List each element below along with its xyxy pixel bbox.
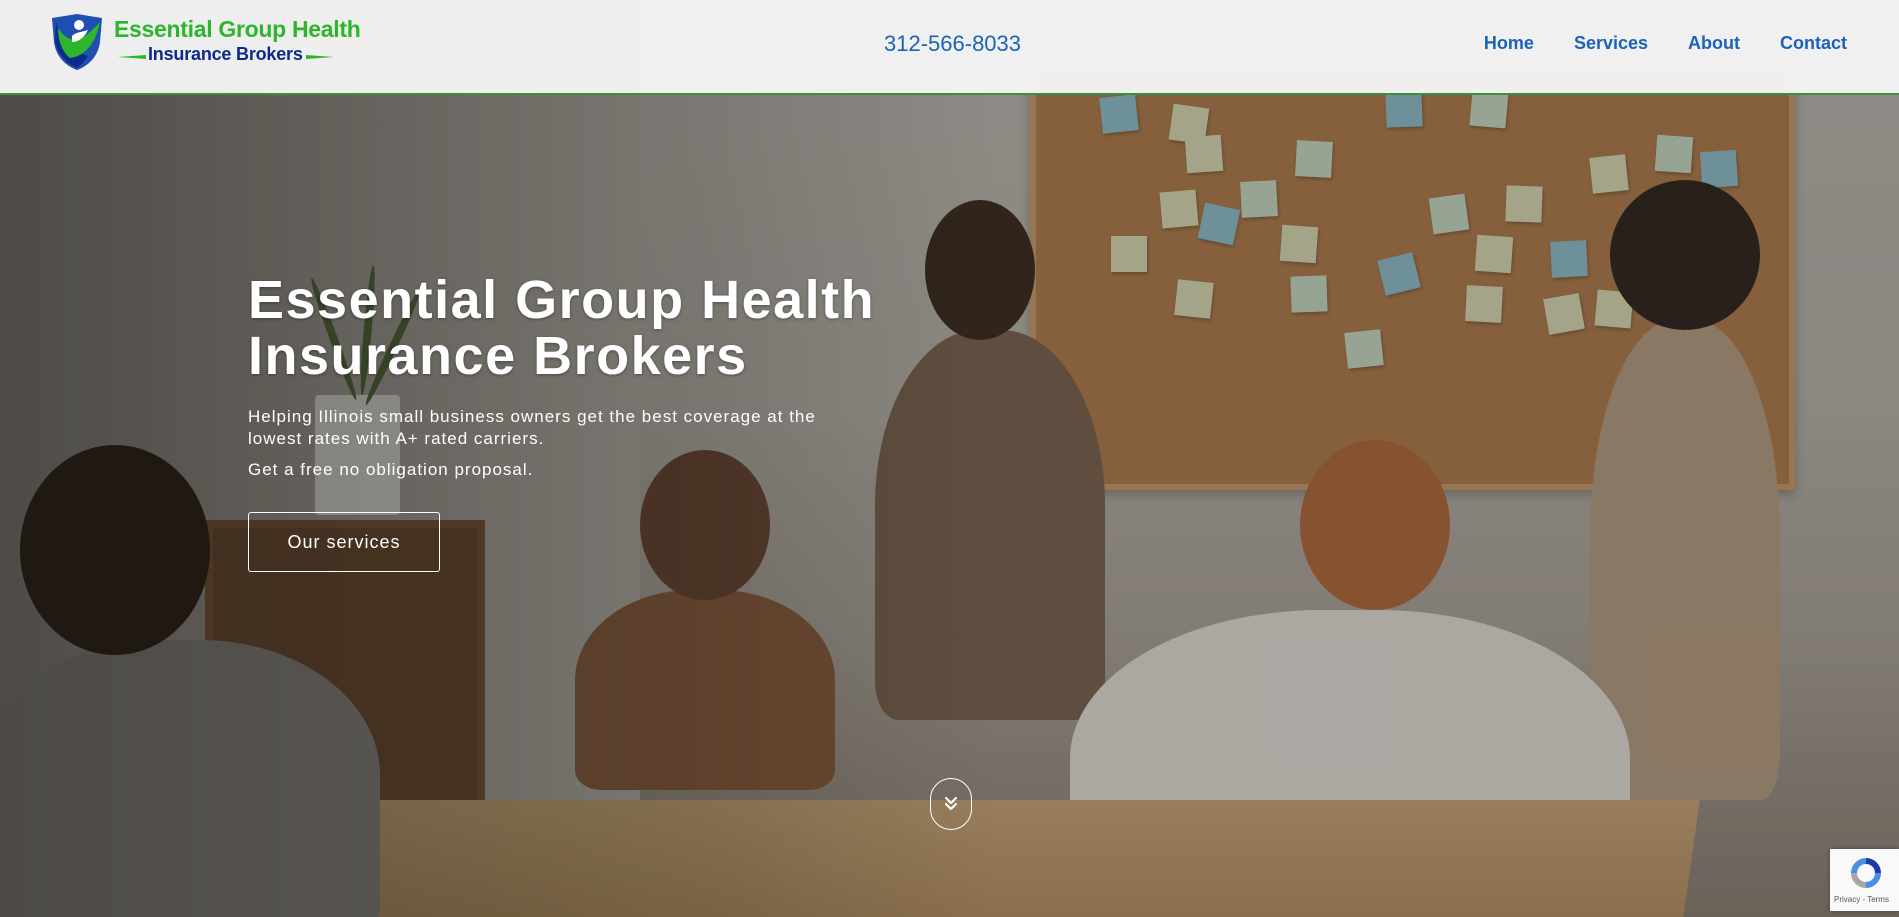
nav-contact[interactable]: Contact [1780,33,1847,54]
hero-title-line1: Essential Group Health [248,270,876,330]
hero-title: Essential Group Health Insurance Brokers [248,272,948,384]
our-services-button[interactable]: Our services [248,512,440,572]
logo-text-line1: Essential Group Health [114,16,361,42]
recaptcha-privacy-terms[interactable]: Privacy - Terms [1834,895,1889,904]
nav-about[interactable]: About [1688,33,1740,54]
logo-accent-right [306,55,334,59]
site-logo[interactable]: Essential Group Health Insurance Brokers [48,12,361,72]
logo-text-line2: Insurance Brokers [148,44,303,64]
site-header: Essential Group Health Insurance Brokers… [0,0,1899,95]
main-nav: Home Services About Contact [1484,33,1847,54]
phone-link[interactable]: 312-566-8033 [884,31,1021,57]
nav-services[interactable]: Services [1574,33,1648,54]
logo-accent-left [118,55,146,59]
recaptcha-badge[interactable]: Privacy - Terms [1830,849,1899,911]
nav-home[interactable]: Home [1484,33,1534,54]
shield-person-icon [52,14,102,70]
hero-subtitle: Helping Illinois small business owners g… [248,407,816,448]
hero-cta-text: Get a free no obligation proposal. [248,460,534,479]
double-chevron-down-icon [944,796,958,811]
hero-title-line2: Insurance Brokers [248,326,748,386]
hero-content: Essential Group Health Insurance Brokers… [248,272,948,480]
scroll-down-button[interactable] [930,778,972,830]
recaptcha-icon [1851,858,1881,888]
